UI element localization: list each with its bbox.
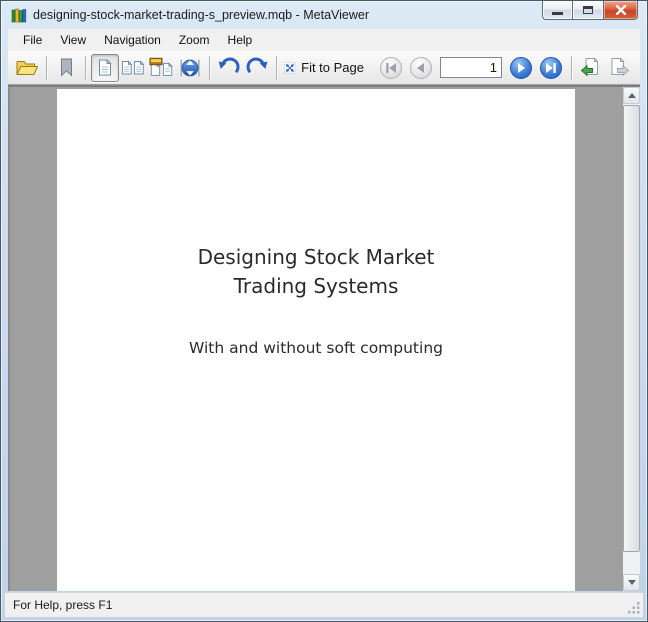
document-viewport: Designing Stock Market Trading Systems W… [8,85,640,591]
previous-page-button[interactable] [410,57,432,79]
app-icon [11,7,27,23]
toolbar-separator [276,56,277,80]
facing-pages-view-button[interactable] [119,54,147,82]
rotate-right-button[interactable] [243,54,271,82]
menubar: File View Navigation Zoom Help [8,29,640,51]
toolbar-separator [209,56,210,80]
close-button[interactable] [604,1,638,20]
maximize-icon [583,6,593,14]
last-page-icon [545,62,557,74]
folder-open-icon [15,58,39,78]
bookmarks-button[interactable] [52,54,80,82]
scrollbar-track[interactable] [623,104,640,574]
first-page-button[interactable] [380,57,402,79]
maximize-button[interactable] [573,1,604,20]
continuous-scroll-button[interactable] [176,54,204,82]
history-forward-button[interactable] [605,54,633,82]
menu-item-zoom[interactable]: Zoom [170,30,219,50]
rotate-left-button[interactable] [215,54,243,82]
document-title-line1: Designing Stock Market [57,243,575,272]
statusbar: For Help, press F1 [4,592,644,618]
history-forward-icon [608,57,630,79]
toolbar-separator [46,56,47,80]
window-title: designing-stock-market-trading-s_preview… [33,8,369,22]
fit-to-page-label: Fit to Page [301,60,364,75]
document-title: Designing Stock Market Trading Systems [57,243,575,301]
minimize-icon [552,12,563,15]
next-page-icon [515,62,527,74]
single-page-view-button[interactable] [91,54,119,82]
menu-item-file[interactable]: File [14,30,51,50]
metaviewer-window: designing-stock-market-trading-s_preview… [0,0,648,622]
vertical-scrollbar[interactable] [623,87,640,591]
page-number-input[interactable] [440,57,502,78]
open-file-button[interactable] [13,54,41,82]
scroll-up-button[interactable] [623,87,640,104]
first-page-icon [385,62,397,74]
fit-to-page-button[interactable]: Fit to Page [282,54,366,82]
window-controls [542,1,638,20]
fit-to-page-icon [284,59,296,77]
rotate-right-icon [245,56,269,80]
continuous-scroll-icon [178,56,202,80]
history-back-icon [580,57,602,79]
statusbar-help-text: For Help, press F1 [13,598,112,612]
book-view-button[interactable] [147,54,176,82]
bookmark-icon [59,58,74,77]
toolbar-separator [571,56,572,80]
scrollbar-thumb[interactable] [623,105,640,552]
last-page-button[interactable] [540,57,562,79]
scroll-down-button[interactable] [623,574,640,591]
titlebar[interactable]: designing-stock-market-trading-s_preview… [1,1,647,29]
next-page-button[interactable] [510,57,532,79]
toolbar: Fit to Page [8,51,640,85]
menu-item-help[interactable]: Help [219,30,262,50]
close-icon [615,5,627,15]
facing-pages-icon [121,59,145,77]
scroll-down-icon [628,580,636,585]
single-page-icon [98,59,112,76]
previous-page-icon [415,62,427,74]
toolbar-separator [85,56,86,80]
menu-item-navigation[interactable]: Navigation [95,30,170,50]
scroll-up-icon [628,93,636,98]
minimize-button[interactable] [542,1,573,20]
history-back-button[interactable] [577,54,605,82]
document-page: Designing Stock Market Trading Systems W… [57,89,575,591]
document-subtitle: With and without soft computing [57,339,575,357]
history-group [566,54,635,82]
document-title-line2: Trading Systems [57,272,575,301]
rotate-left-icon [217,56,241,80]
menu-item-view[interactable]: View [51,30,95,50]
resize-grip-icon[interactable] [628,602,641,615]
book-view-icon [149,57,174,79]
